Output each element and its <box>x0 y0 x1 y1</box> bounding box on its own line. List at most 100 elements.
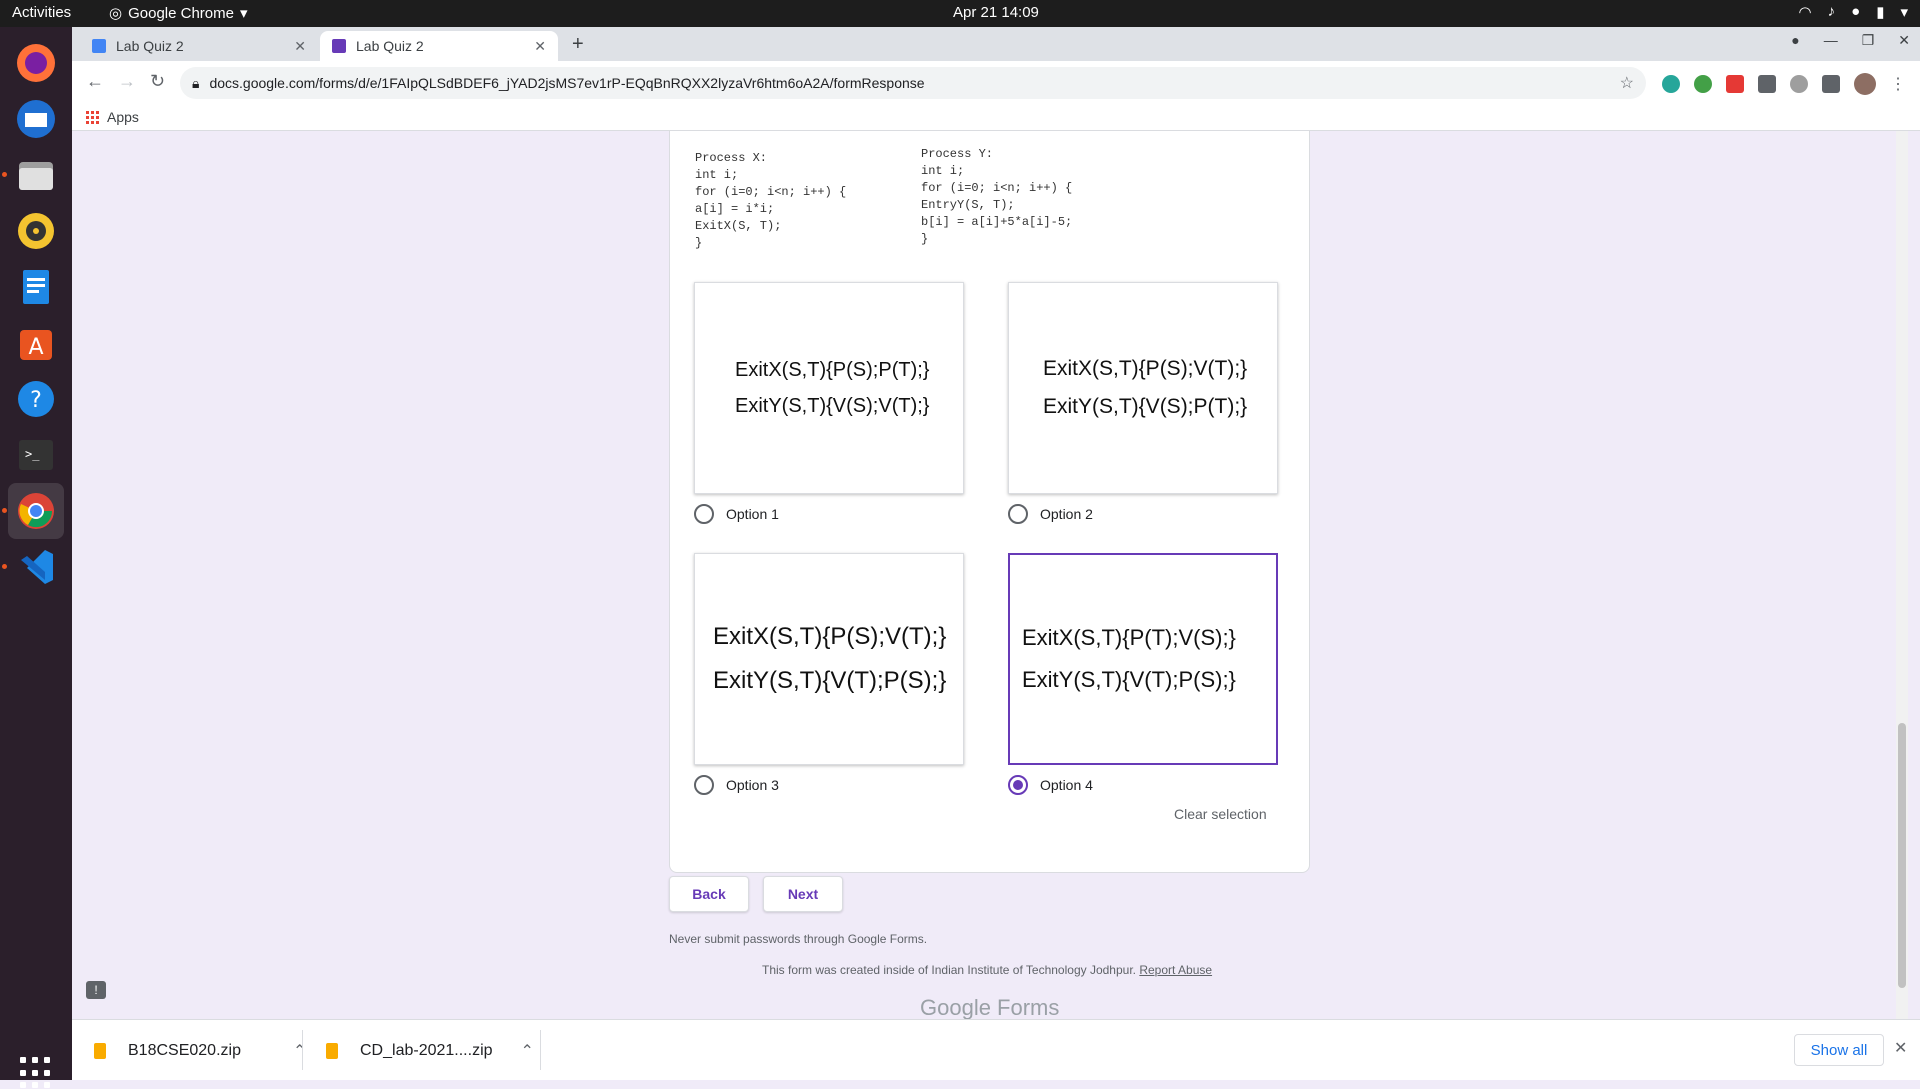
extension-shield-icon[interactable] <box>1694 75 1712 93</box>
extension-m-icon[interactable] <box>1662 75 1680 93</box>
close-icon[interactable]: ✕ <box>534 38 546 55</box>
reload-icon[interactable]: ↻ <box>150 71 165 92</box>
system-tray[interactable]: ◠ ♪ ● ▮ ▾ <box>1799 3 1908 21</box>
option-3-line-1: ExitX(S,T){P(S);V(T);} <box>713 623 947 650</box>
option-1-line-1: ExitX(S,T){P(S);P(T);} <box>735 359 930 381</box>
option-4-radio[interactable]: Option 4 <box>1008 775 1093 795</box>
option-3-image: ExitX(S,T){P(S);V(T);} ExitY(S,T){V(T);P… <box>694 553 964 765</box>
back-button[interactable]: Back <box>669 876 749 912</box>
chrome-icon: ◎ <box>109 5 123 22</box>
tab-lab-quiz-1[interactable]: Lab Quiz 2 ✕ <box>80 31 318 61</box>
app-menu[interactable]: ◎ Google Chrome ▾ <box>109 4 248 23</box>
next-button[interactable]: Next <box>763 876 843 912</box>
page-scrollbar[interactable] <box>1896 131 1908 1019</box>
rhythmbox-launcher[interactable] <box>8 203 64 259</box>
profile-menu-icon[interactable]: ● <box>1791 32 1799 49</box>
show-all-downloads-button[interactable]: Show all <box>1794 1034 1884 1066</box>
close-icon[interactable]: ✕ <box>294 38 306 55</box>
feedback-icon[interactable]: ! <box>86 981 106 999</box>
download-item[interactable]: CD_lab-2021....zip ⌃ <box>326 1034 534 1068</box>
help-launcher[interactable]: ? <box>8 371 64 427</box>
rhythmbox-icon <box>18 213 54 249</box>
software-launcher[interactable]: A <box>8 315 64 371</box>
power-icon: ▾ <box>1900 4 1908 21</box>
report-abuse-link[interactable]: Report Abuse <box>1139 963 1212 977</box>
activities-button[interactable]: Activities <box>12 4 71 21</box>
tab-lab-quiz-2[interactable]: Lab Quiz 2 ✕ <box>320 31 558 61</box>
terminal-launcher[interactable]: >_ <box>8 427 64 483</box>
clock[interactable]: Apr 21 14:09 <box>953 4 1039 21</box>
system-top-bar: Activities ◎ Google Chrome ▾ Apr 21 14:0… <box>0 0 1920 27</box>
files-icon <box>19 162 53 190</box>
zip-file-icon <box>94 1043 106 1059</box>
radio-button[interactable] <box>694 775 714 795</box>
download-separator <box>540 1030 541 1070</box>
back-arrow-icon[interactable]: ← <box>86 71 104 92</box>
close-window-icon[interactable]: ✕ <box>1898 32 1910 49</box>
scrollbar-thumb[interactable] <box>1898 723 1906 988</box>
thunderbird-icon <box>17 100 55 138</box>
download-item[interactable]: B18CSE020.zip ⌃ <box>94 1034 306 1068</box>
firefox-icon <box>17 44 55 82</box>
chrome-launcher[interactable] <box>8 483 64 539</box>
writer-launcher[interactable] <box>8 259 64 315</box>
svg-text:?: ? <box>30 388 42 413</box>
terminal-icon: >_ <box>19 440 53 470</box>
chevron-up-icon[interactable]: ⌃ <box>521 1041 534 1061</box>
radio-button[interactable] <box>1008 504 1028 524</box>
apps-grid-icon <box>86 110 99 124</box>
google-forms-logo[interactable]: Google Forms <box>920 995 1059 1019</box>
firefox-launcher[interactable] <box>8 35 64 91</box>
files-launcher[interactable] <box>8 147 64 203</box>
extension-new-icon[interactable] <box>1726 75 1744 93</box>
extensions-puzzle-icon[interactable] <box>1822 75 1840 93</box>
svg-text:A: A <box>28 335 43 360</box>
option-2-radio[interactable]: Option 2 <box>1008 504 1093 524</box>
apps-shortcut[interactable]: Apps <box>86 109 139 125</box>
battery-icon: ▮ <box>1876 4 1885 21</box>
option-3-line-2: ExitY(S,T){V(T);P(S);} <box>713 667 947 694</box>
kebab-menu-icon[interactable]: ⋮ <box>1890 74 1906 94</box>
wifi-icon: ◠ <box>1798 4 1812 21</box>
extension-generic-icon[interactable] <box>1790 75 1808 93</box>
option-1-label: Option 1 <box>726 506 779 522</box>
running-indicator <box>2 508 7 513</box>
form-page: Process X: int i; for (i=0; i<n; i++) { … <box>72 131 1908 1019</box>
radio-button[interactable] <box>694 504 714 524</box>
running-indicator <box>2 172 7 177</box>
option-4-image: ExitX(S,T){P(T);V(S);} ExitY(S,T){V(T);P… <box>1008 553 1278 765</box>
window-controls: ● — ❐ ✕ <box>1791 32 1910 49</box>
volume-icon: ♪ <box>1827 3 1836 20</box>
chevron-up-icon[interactable]: ⌃ <box>293 1041 306 1061</box>
vscode-launcher[interactable] <box>8 539 64 595</box>
forms-favicon-icon <box>332 39 346 53</box>
option-1-radio[interactable]: Option 1 <box>694 504 779 524</box>
profile-avatar[interactable] <box>1854 73 1876 95</box>
software-store-icon: A <box>20 330 52 360</box>
forward-arrow-icon[interactable]: → <box>118 71 136 92</box>
created-note-text: This form was created inside of Indian I… <box>762 963 1136 977</box>
tab-title: Lab Quiz 2 <box>116 38 184 54</box>
option-1-line-2: ExitY(S,T){V(S);V(T);} <box>735 395 930 417</box>
download-filename: CD_lab-2021....zip <box>360 1042 493 1059</box>
browser-window: Lab Quiz 2 ✕ Lab Quiz 2 ✕ + ● — ❐ ✕ ← → … <box>72 27 1920 131</box>
minimize-icon[interactable]: — <box>1824 32 1838 49</box>
new-tab-button[interactable]: + <box>572 33 584 56</box>
show-applications-button[interactable] <box>20 1057 52 1089</box>
apps-label: Apps <box>107 109 139 125</box>
url-text: docs.google.com/forms/d/e/1FAIpQLSdBDEF6… <box>209 75 925 91</box>
tab-strip: Lab Quiz 2 ✕ Lab Quiz 2 ✕ + ● — ❐ ✕ <box>72 27 1920 61</box>
clear-selection-button[interactable]: Clear selection <box>1174 806 1267 822</box>
maximize-icon[interactable]: ❐ <box>1862 32 1875 49</box>
extension-pocket-icon[interactable] <box>1758 75 1776 93</box>
radio-button-checked[interactable] <box>1008 775 1028 795</box>
option-2-line-2: ExitY(S,T){V(S);P(T);} <box>1043 395 1248 418</box>
password-warning: Never submit passwords through Google Fo… <box>669 932 928 946</box>
address-bar[interactable]: 🔒︎ docs.google.com/forms/d/e/1FAIpQLSdBD… <box>180 67 1646 99</box>
thunderbird-launcher[interactable] <box>8 91 64 147</box>
option-3-radio[interactable]: Option 3 <box>694 775 779 795</box>
close-downloads-icon[interactable]: ✕ <box>1894 1038 1907 1058</box>
option-2-image: ExitX(S,T){P(S);V(T);} ExitY(S,T){V(S);P… <box>1008 282 1278 494</box>
vscode-icon <box>21 550 53 584</box>
bookmark-star-icon[interactable]: ☆ <box>1620 73 1634 93</box>
